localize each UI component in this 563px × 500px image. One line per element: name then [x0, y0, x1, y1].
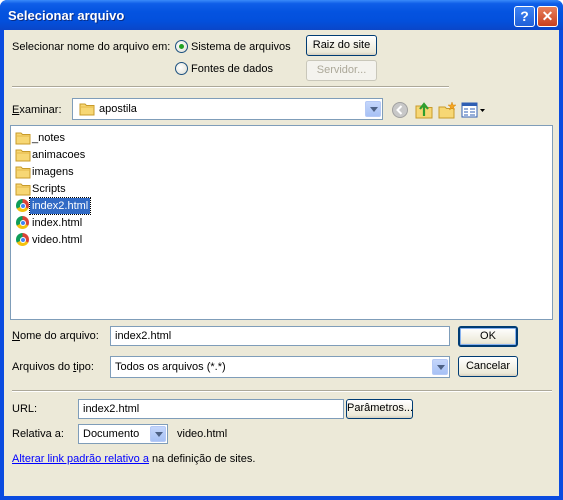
- file-name: animacoes: [32, 149, 86, 161]
- relative-target: video.html: [177, 428, 228, 440]
- change-relative-link[interactable]: Alterar link padrão relativo a: [12, 453, 149, 465]
- file-name: video.html: [32, 234, 83, 246]
- look-in-label: Examinar:: [12, 104, 62, 116]
- folder-icon: [79, 103, 95, 116]
- file-name: _notes: [32, 132, 66, 144]
- filetype-value: Todos os arquivos (*.*): [115, 361, 226, 373]
- up-folder-icon[interactable]: [414, 100, 434, 120]
- folder-icon: [15, 183, 31, 196]
- view-menu-icon[interactable]: [461, 101, 487, 119]
- look-in-combobox[interactable]: apostila: [72, 98, 383, 120]
- folder-icon: [15, 132, 31, 145]
- back-icon[interactable]: [391, 101, 409, 119]
- chrome-icon: [16, 199, 29, 212]
- file-name: index2.html: [28, 197, 92, 215]
- help-icon: ?: [520, 8, 529, 24]
- server-button[interactable]: Servidor...: [306, 60, 377, 81]
- close-icon: ✕: [541, 8, 554, 24]
- chrome-icon: [16, 216, 29, 229]
- ok-button[interactable]: OK: [458, 326, 518, 347]
- site-root-button[interactable]: Raiz do site: [306, 35, 377, 56]
- radio-datasources-label[interactable]: Fontes de dados: [191, 63, 273, 75]
- radio-filesystem[interactable]: [175, 40, 188, 53]
- relative-dropdown-button[interactable]: [150, 426, 166, 442]
- cancel-button[interactable]: Cancelar: [458, 356, 518, 377]
- filetype-label: Arquivos do tipo:: [12, 361, 94, 373]
- file-list[interactable]: _notes animacoes imagens Scripts index2.…: [10, 125, 553, 320]
- select-from-label: Selecionar nome do arquivo em:: [12, 41, 171, 53]
- close-button[interactable]: ✕: [537, 6, 558, 27]
- look-in-dropdown-button[interactable]: [365, 101, 381, 117]
- folder-icon: [15, 166, 31, 179]
- title-bar[interactable]: Selecionar arquivo ? ✕: [0, 0, 563, 30]
- help-button[interactable]: ?: [514, 6, 535, 27]
- parameters-button[interactable]: Parâmetros...: [346, 399, 413, 419]
- dialog-body: Selecionar nome do arquivo em: Sistema d…: [4, 30, 559, 496]
- relative-value: Documento: [83, 428, 140, 440]
- chrome-icon: [16, 233, 29, 246]
- filetype-combobox[interactable]: Todos os arquivos (*.*): [110, 356, 450, 378]
- separator-top: [12, 86, 449, 88]
- url-input[interactable]: index2.html: [78, 399, 344, 419]
- new-folder-icon[interactable]: [437, 100, 457, 120]
- file-name: index.html: [32, 217, 83, 229]
- file-name: imagens: [32, 166, 74, 178]
- relative-label: Relativa a:: [12, 428, 64, 440]
- separator-bottom: [12, 390, 552, 392]
- url-label: URL:: [12, 403, 38, 415]
- filetype-dropdown-button[interactable]: [432, 359, 448, 375]
- folder-icon: [15, 149, 31, 162]
- look-in-value: apostila: [99, 103, 137, 115]
- window-title: Selecionar arquivo: [8, 8, 125, 23]
- radio-datasources[interactable]: [175, 62, 188, 75]
- relative-combobox[interactable]: Documento: [78, 424, 168, 444]
- select-file-dialog: Selecionar arquivo ? ✕ Selecionar nome d…: [0, 0, 563, 500]
- radio-filesystem-label[interactable]: Sistema de arquivos: [191, 41, 291, 53]
- file-name: Scripts: [32, 183, 66, 195]
- filename-input[interactable]: index2.html: [110, 326, 450, 346]
- footer-text: Alterar link padrão relativo a na defini…: [12, 453, 256, 465]
- filename-label: Nome do arquivo:: [12, 330, 99, 342]
